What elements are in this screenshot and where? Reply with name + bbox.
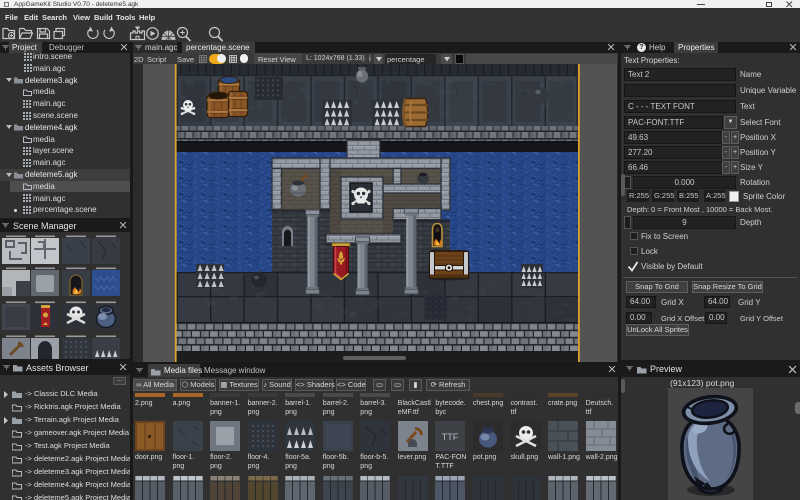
svg-text:TTF: TTF [442, 432, 459, 442]
